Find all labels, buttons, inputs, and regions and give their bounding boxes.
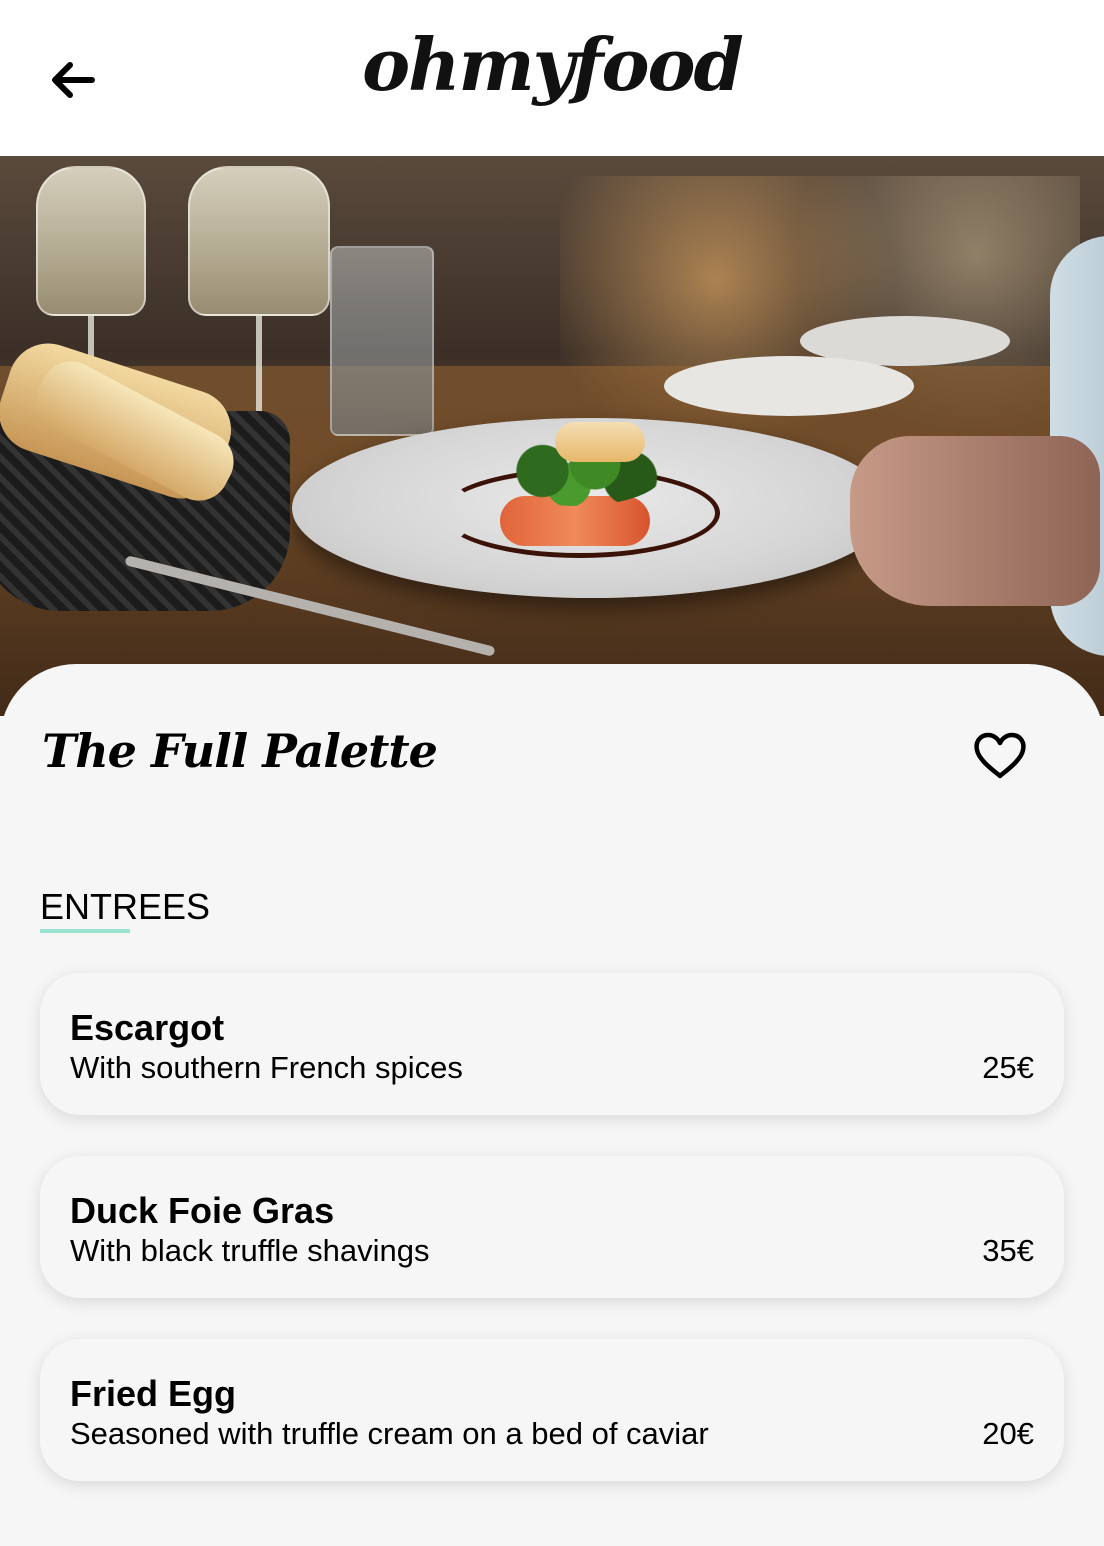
dish-name: Duck Foie Gras <box>70 1190 335 1231</box>
app-logo[interactable]: ohmyfood <box>0 22 1104 107</box>
dish-price: 25€ <box>982 1050 1034 1085</box>
app-header: ohmyfood <box>0 0 1104 156</box>
section-title-entrees: ENTREES <box>40 886 211 927</box>
dish-name: Escargot <box>70 1007 225 1048</box>
dish-description: With southern French spices <box>70 1050 463 1085</box>
dish-name: Fried Egg <box>70 1373 237 1414</box>
menu-item[interactable]: Escargot With southern French spices 25€ <box>40 973 1064 1115</box>
hero-image <box>0 156 1104 716</box>
dish-description: Seasoned with truffle cream on a bed of … <box>70 1416 709 1451</box>
menu-item[interactable]: Duck Foie Gras With black truffle shavin… <box>40 1156 1064 1298</box>
menu-item[interactable]: Fried Egg Seasoned with truffle cream on… <box>40 1339 1064 1481</box>
dish-description: With black truffle shavings <box>70 1233 430 1268</box>
like-button[interactable] <box>968 728 1032 784</box>
restaurant-title: The Full Palette <box>42 724 438 778</box>
heart-outline-icon <box>974 732 1026 779</box>
restaurant-menu: The Full Palette ENTREES Escargot With s… <box>0 664 1104 1546</box>
section-underline <box>40 929 130 933</box>
dish-price: 35€ <box>982 1233 1034 1268</box>
dish-price: 20€ <box>982 1416 1034 1451</box>
